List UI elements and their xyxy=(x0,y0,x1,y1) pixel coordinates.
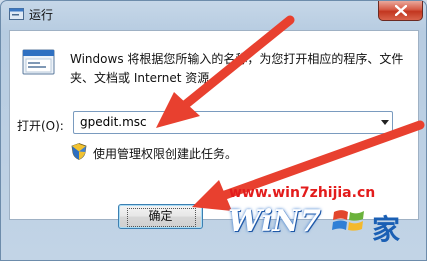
title-bar[interactable]: 运行 xyxy=(1,1,427,29)
ok-button[interactable]: 确定 xyxy=(118,204,203,229)
program-window-icon xyxy=(22,49,55,75)
watermark-logo: WiN7 家 xyxy=(228,204,408,248)
watermark-logo-suffix: 家 xyxy=(372,213,401,246)
dialog-description: Windows 将根据您所输入的名称，为您打开相应的程序、文件夹、文档或 Int… xyxy=(70,52,404,85)
windows-flag-icon xyxy=(332,210,364,231)
watermark-logo-text: WiN7 xyxy=(228,204,321,239)
run-icon xyxy=(9,8,24,20)
dropdown-arrow-icon[interactable] xyxy=(381,120,389,125)
admin-notice: 使用管理权限创建此任务。 xyxy=(93,147,238,161)
window-title: 运行 xyxy=(29,8,54,22)
open-label: 打开(O): xyxy=(17,119,64,133)
open-input[interactable]: gpedit.msc xyxy=(80,115,147,129)
uac-shield-icon xyxy=(71,143,87,160)
watermark-url: www.win7zhijia.cn xyxy=(229,185,376,201)
close-icon xyxy=(395,5,407,16)
focus-rect xyxy=(127,208,196,227)
open-combobox[interactable]: gpedit.msc xyxy=(73,111,393,134)
close-button[interactable] xyxy=(378,1,423,21)
